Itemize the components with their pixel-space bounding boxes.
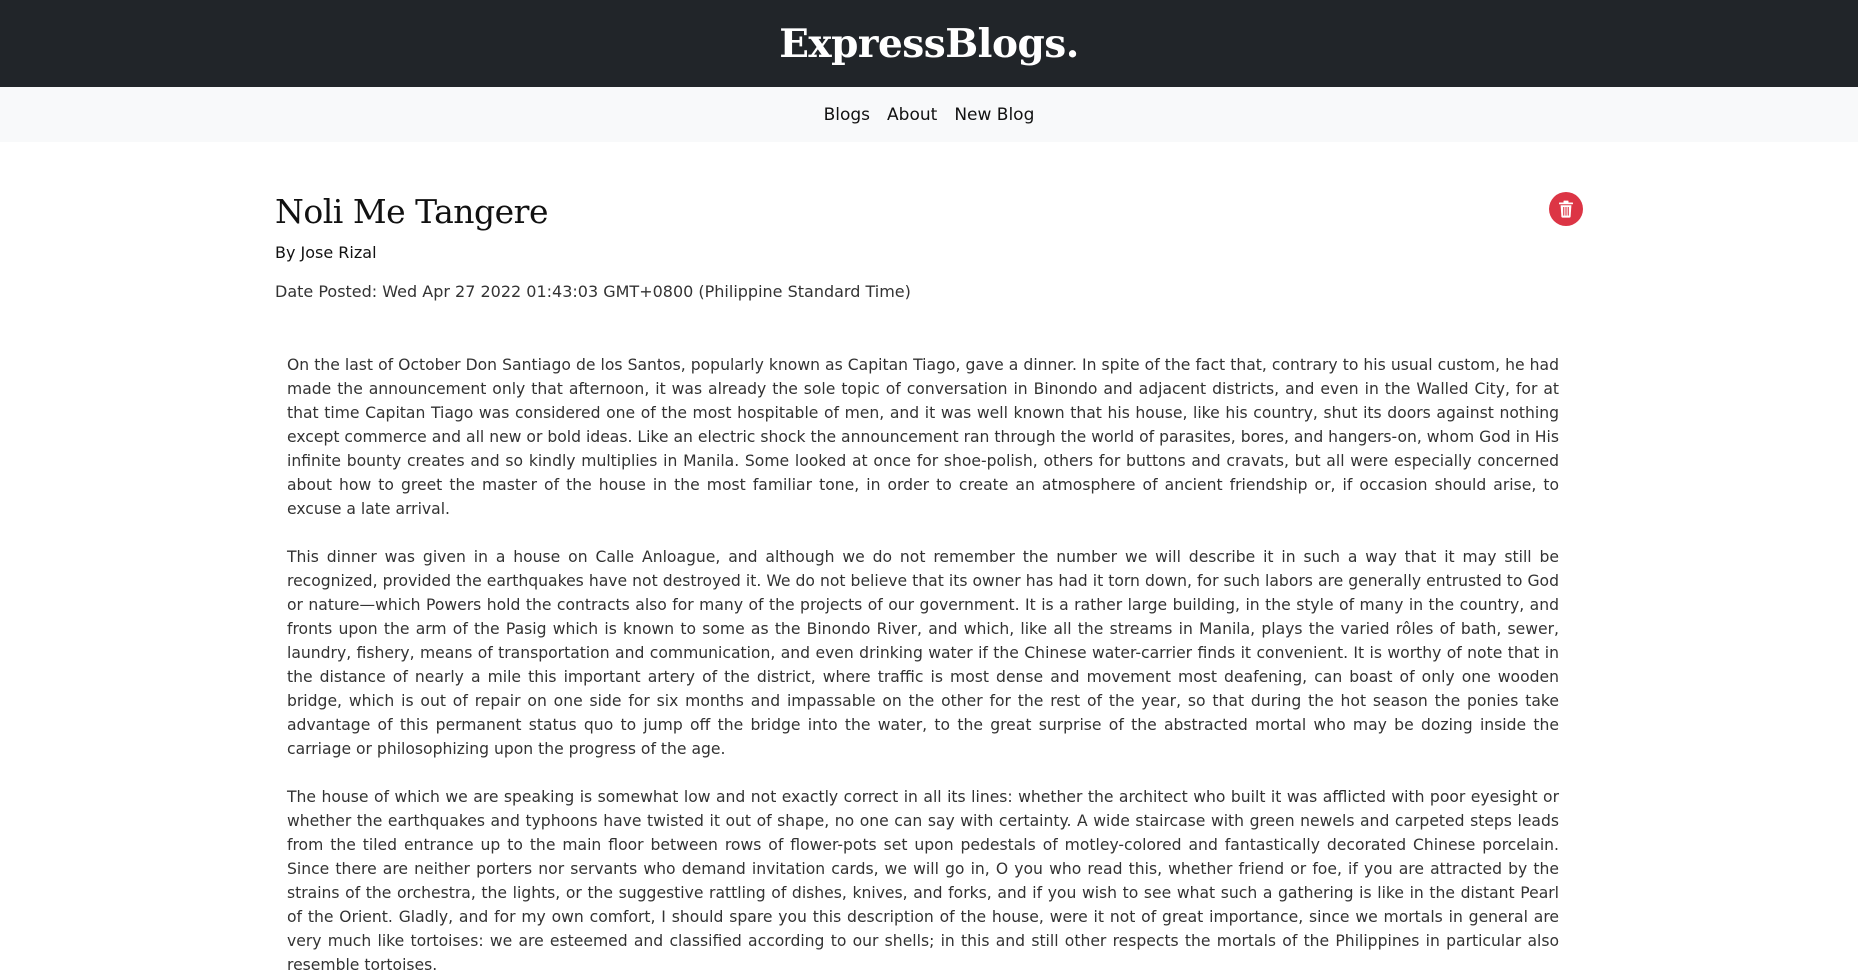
trash-icon bbox=[1559, 200, 1573, 218]
post-paragraph: The house of which we are speaking is so… bbox=[287, 788, 1559, 974]
nav-link-new-blog[interactable]: New Blog bbox=[954, 105, 1034, 125]
post-title: Noli Me Tangere bbox=[275, 192, 548, 231]
delete-post-button[interactable] bbox=[1549, 192, 1583, 226]
nav-link-about[interactable]: About bbox=[887, 105, 937, 125]
main-nav: Blogs About New Blog bbox=[0, 87, 1858, 142]
site-header: ExpressBlogs. bbox=[0, 0, 1858, 87]
post-paragraph: On the last of October Don Santiago de l… bbox=[287, 356, 1559, 518]
nav-link-blogs[interactable]: Blogs bbox=[824, 105, 870, 125]
post-author: By Jose Rizal bbox=[275, 243, 377, 262]
post-paragraph: This dinner was given in a house on Call… bbox=[287, 548, 1559, 758]
post-date: Date Posted: Wed Apr 27 2022 01:43:03 GM… bbox=[275, 282, 911, 301]
post-body: On the last of October Don Santiago de l… bbox=[287, 353, 1559, 974]
site-logo-title[interactable]: ExpressBlogs. bbox=[779, 21, 1079, 67]
